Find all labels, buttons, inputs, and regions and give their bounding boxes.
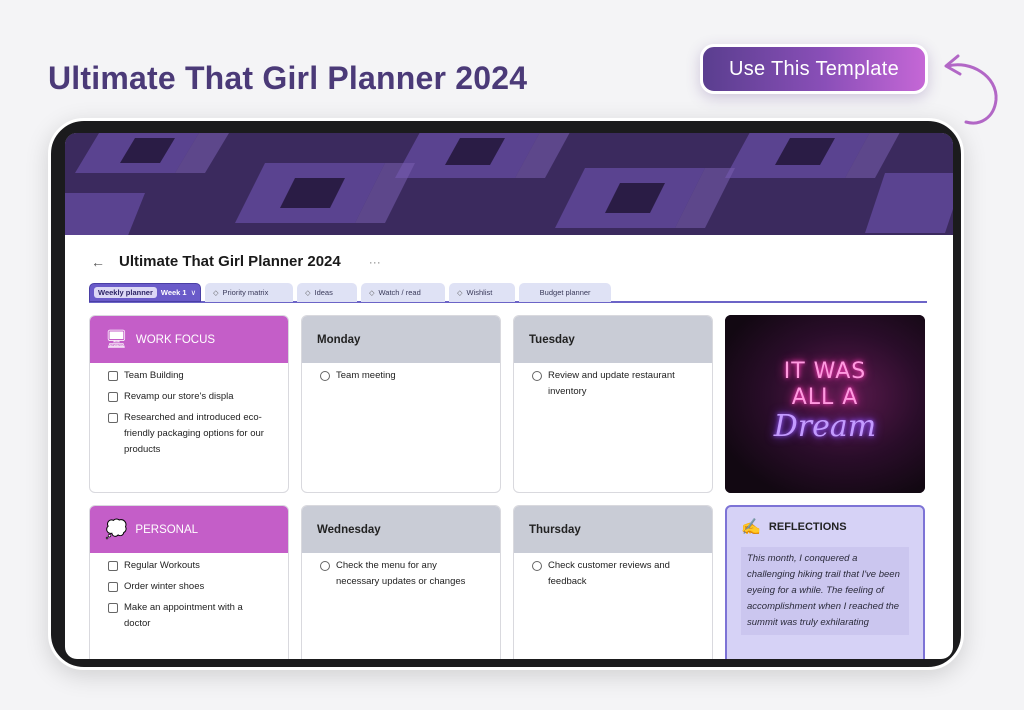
diamond-icon: ◇	[369, 289, 375, 297]
checkbox[interactable]	[108, 561, 118, 571]
checkbox[interactable]	[108, 582, 118, 592]
computer-icon: 🖥	[105, 329, 128, 349]
tab-label: Priority matrix	[222, 288, 269, 297]
neon-line: IT WAS	[783, 359, 867, 384]
planner-screen: ← Ultimate That Girl Planner 2024 ··· We…	[65, 133, 953, 659]
tab-ideas[interactable]: ◇ Ideas	[297, 283, 358, 302]
more-options-icon[interactable]: ···	[369, 255, 381, 269]
checkbox[interactable]	[108, 371, 118, 381]
chevron-down-icon[interactable]: ∨	[191, 288, 197, 297]
item-text: Researched and introduced eco-friendly p…	[124, 412, 264, 455]
card-title: WORK FOCUS	[135, 333, 216, 346]
tab-watch-read[interactable]: ◇ Watch / read	[361, 283, 446, 302]
list-item: Order winter shoes	[108, 579, 270, 595]
item-text: Make an appointment with a doctor	[124, 602, 243, 629]
thought-bubble-icon: 💭	[105, 519, 128, 539]
neon-line: Dream	[773, 409, 877, 444]
card-header: Tuesday	[514, 316, 712, 363]
neon-line: ALL A	[791, 385, 859, 410]
tablet-frame: ← Ultimate That Girl Planner 2024 ··· We…	[48, 118, 964, 670]
use-template-button[interactable]: Use This Template	[700, 44, 928, 94]
diamond-icon: ◇	[457, 289, 463, 297]
tab-weekly-planner[interactable]: Weekly planner Week 1 ∨	[89, 283, 202, 302]
list-item: Make an appointment with a doctor	[108, 600, 270, 632]
reflections-card: ✍️ REFLECTIONS This month, I conquered a…	[725, 505, 925, 659]
card-header: 💭 PERSONAL	[90, 506, 288, 553]
item-text: Review and update restaurant inventory	[548, 370, 675, 397]
neon-sign-image: IT WAS ALL A Dream	[725, 315, 925, 493]
item-text: Regular Workouts	[124, 560, 200, 571]
tab-label: Budget planner	[539, 288, 591, 297]
list-item: Revamp our store's displa	[108, 389, 270, 405]
tuesday-card: Tuesday Review and update restaurant inv…	[513, 315, 713, 493]
card-header: Monday	[302, 316, 500, 363]
radio-button[interactable]	[320, 371, 330, 381]
view-tabs: Weekly planner Week 1 ∨ ◇ Priority matri…	[89, 283, 927, 303]
monday-card: Monday Team meeting	[301, 315, 501, 493]
card-header: ✍️ REFLECTIONS	[727, 507, 923, 547]
personal-card: 💭 PERSONAL Regular Workouts Order winter…	[89, 505, 289, 659]
list-item: Check customer reviews and feedback	[532, 558, 694, 590]
tab-priority-matrix[interactable]: ◇ Priority matrix	[205, 283, 294, 302]
list-item: Review and update restaurant inventory	[532, 368, 694, 400]
item-text: Check the menu for any necessary updates…	[336, 560, 466, 587]
item-text: Team meeting	[336, 370, 396, 381]
radio-button[interactable]	[532, 561, 542, 571]
card-header: Thursday	[514, 506, 712, 553]
card-title: REFLECTIONS	[768, 521, 847, 533]
radio-button[interactable]	[532, 371, 542, 381]
item-text: Team Building	[124, 370, 184, 381]
headline: Ultimate That Girl Planner 2024	[48, 60, 528, 96]
card-header: 🖥 WORK FOCUS	[90, 316, 288, 363]
cover-pattern	[65, 133, 953, 235]
tab-label: Ideas	[314, 288, 333, 297]
page-header: ← Ultimate That Girl Planner 2024 ···	[91, 253, 381, 270]
curved-arrow-icon	[944, 54, 998, 125]
diamond-icon: ◇	[213, 289, 219, 297]
list-item: Check the menu for any necessary updates…	[320, 558, 482, 590]
checkbox[interactable]	[108, 392, 118, 402]
diamond-icon: ◇	[305, 289, 311, 297]
card-header: Wednesday	[302, 506, 500, 553]
item-text: Order winter shoes	[124, 581, 205, 592]
cover-image	[65, 133, 953, 235]
writing-hand-icon: ✍️	[741, 519, 761, 536]
wednesday-card: Wednesday Check the menu for any necessa…	[301, 505, 501, 659]
tab-budget-planner[interactable]: Budget planner	[519, 283, 612, 302]
list-item: Team meeting	[320, 368, 482, 384]
reflection-text: This month, I conquered a challenging hi…	[741, 547, 909, 635]
view-selector[interactable]: Week 1	[161, 288, 187, 297]
page-title: Ultimate That Girl Planner 2024	[119, 253, 341, 270]
list-item: Team Building	[108, 368, 270, 384]
tab-label: Weekly planner	[94, 287, 157, 298]
checkbox[interactable]	[108, 603, 118, 613]
tab-wishlist[interactable]: ◇ Wishlist	[449, 283, 516, 302]
list-item: Regular Workouts	[108, 558, 270, 574]
item-text: Revamp our store's displa	[124, 391, 234, 402]
radio-button[interactable]	[320, 561, 330, 571]
card-title: PERSONAL	[135, 523, 199, 536]
checkbox[interactable]	[108, 413, 118, 423]
tab-label: Wishlist	[466, 288, 493, 297]
list-item: Researched and introduced eco-friendly p…	[108, 410, 270, 458]
thursday-card: Thursday Check customer reviews and feed…	[513, 505, 713, 659]
back-arrow-icon[interactable]: ←	[91, 254, 105, 270]
work-focus-card: 🖥 WORK FOCUS Team Building Revamp our st…	[89, 315, 289, 493]
tab-label: Watch / read	[378, 288, 421, 297]
item-text: Check customer reviews and feedback	[548, 560, 670, 587]
